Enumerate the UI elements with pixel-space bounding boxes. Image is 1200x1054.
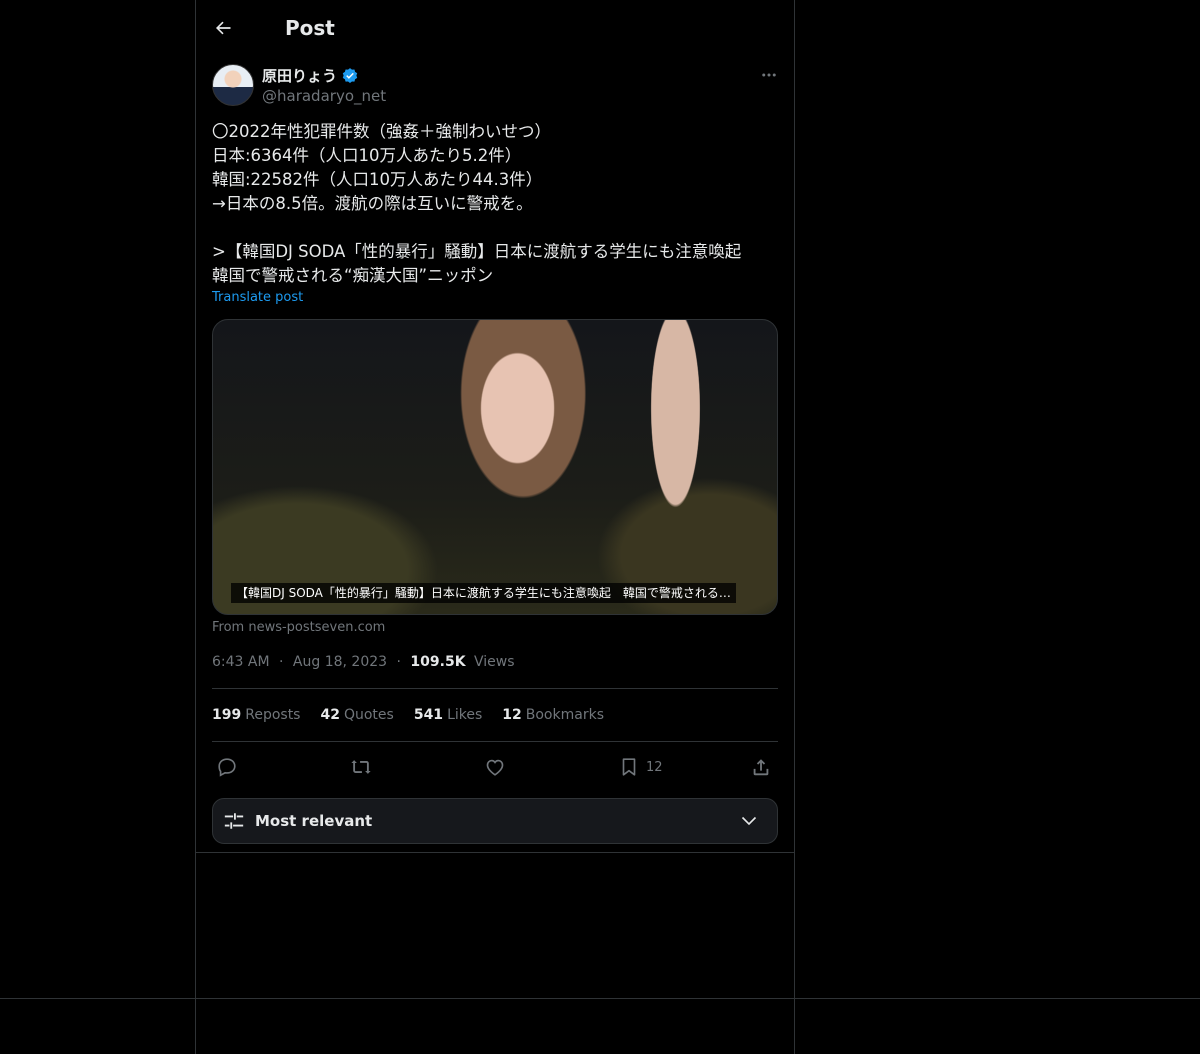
more-icon xyxy=(762,73,776,77)
post-author: 原田りょう @haradaryo_net xyxy=(212,64,386,106)
handle[interactable]: @haradaryo_net xyxy=(262,87,386,105)
action-bar: 12 xyxy=(212,756,778,780)
author-names: 原田りょう @haradaryo_net xyxy=(262,65,386,106)
translate-post-link[interactable]: Translate post xyxy=(212,290,303,305)
meta-separator: · xyxy=(396,654,401,670)
page-divider xyxy=(0,998,1200,999)
stat-likes[interactable]: 541 Likes xyxy=(414,707,482,723)
meta-separator: · xyxy=(279,654,284,670)
link-source[interactable]: From news-postseven.com xyxy=(212,620,385,635)
divider xyxy=(212,688,778,689)
sliders-icon xyxy=(223,810,245,832)
stat-count: 12 xyxy=(502,707,522,723)
repost-icon xyxy=(351,760,371,774)
stat-bookmarks[interactable]: 12 Bookmarks xyxy=(502,707,604,723)
chevron-down-icon xyxy=(739,811,759,831)
stat-label: Likes xyxy=(447,707,483,723)
views-label: Views xyxy=(474,654,515,670)
post-time[interactable]: 6:43 AM xyxy=(212,654,270,670)
bookmark-button[interactable]: 12 xyxy=(618,756,663,778)
header: Post xyxy=(212,8,335,48)
primary-column: Post 原田りょう @haradaryo_net 〇2022年性犯罪件数（強姦… xyxy=(195,0,795,1054)
display-name[interactable]: 原田りょう xyxy=(262,65,337,86)
verified-badge-icon[interactable] xyxy=(341,67,359,85)
link-card-image[interactable]: 【韓国DJ SODA「性的暴行」騒動】日本に渡航する学生にも注意喚起 韓国で警戒… xyxy=(212,319,778,615)
post-meta: 6:43 AM · Aug 18, 2023 · 109.5K Views xyxy=(212,654,515,670)
like-icon xyxy=(486,759,504,776)
sort-label: Most relevant xyxy=(255,812,373,830)
link-card-caption: 【韓国DJ SODA「性的暴行」騒動】日本に渡航する学生にも注意喚起 韓国で警戒… xyxy=(231,583,736,603)
stat-label: Quotes xyxy=(343,707,394,723)
reply-sort-dropdown[interactable]: Most relevant xyxy=(212,798,778,844)
display-name-row: 原田りょう xyxy=(262,65,386,86)
views-count: 109.5K xyxy=(410,654,466,670)
divider xyxy=(212,741,778,742)
engagement-stats: 199 Reposts 42 Quotes 541 Likes 12 Bookmarks xyxy=(212,707,604,723)
repost-button[interactable] xyxy=(350,756,372,778)
more-button[interactable] xyxy=(760,66,778,88)
back-arrow-icon xyxy=(216,21,231,35)
reply-button[interactable] xyxy=(216,756,238,778)
stat-label: Reposts xyxy=(245,707,301,723)
post-text: 〇2022年性犯罪件数（強姦＋強制わいせつ） 日本:6364件（人口10万人あた… xyxy=(212,122,742,285)
like-button[interactable] xyxy=(484,756,506,778)
stat-count: 199 xyxy=(212,707,242,723)
post-date[interactable]: Aug 18, 2023 xyxy=(293,654,387,670)
bookmark-count: 12 xyxy=(646,759,663,775)
bookmark-icon xyxy=(622,758,636,776)
stat-label: Bookmarks xyxy=(525,707,604,723)
page-title: Post xyxy=(285,16,335,40)
stat-reposts[interactable]: 199 Reposts xyxy=(212,707,300,723)
stat-count: 541 xyxy=(413,707,444,723)
reply-icon xyxy=(218,758,236,777)
share-button[interactable] xyxy=(750,756,772,778)
avatar[interactable] xyxy=(212,64,254,106)
column-bottom-border xyxy=(195,852,795,853)
stat-quotes[interactable]: 42 Quotes xyxy=(320,707,393,723)
stat-count: 42 xyxy=(320,707,340,723)
back-button[interactable] xyxy=(212,17,234,39)
share-icon xyxy=(753,759,769,776)
